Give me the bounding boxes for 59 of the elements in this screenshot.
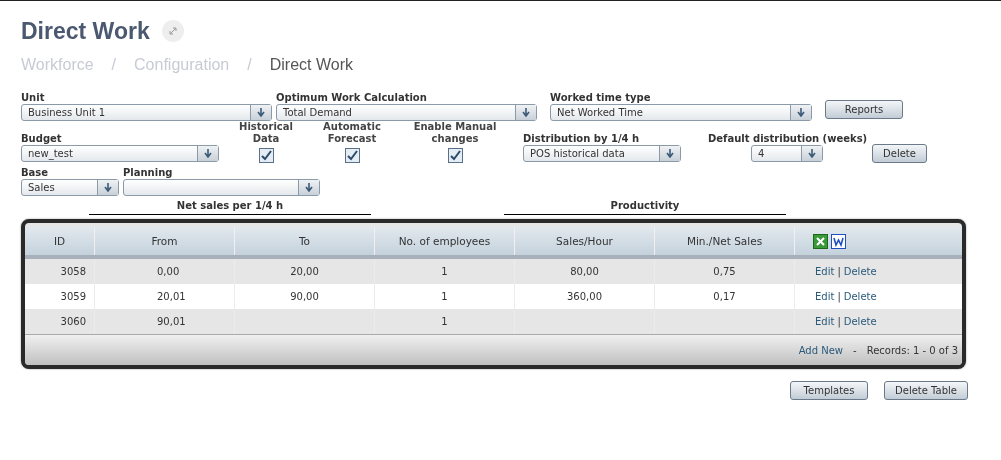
- worked-time-dropdown[interactable]: Net Worked Time: [550, 104, 812, 121]
- page-title: Direct Work: [21, 17, 150, 45]
- checkbox-label: Historical Data: [238, 121, 294, 145]
- field-label: Budget: [21, 133, 63, 145]
- column-header: ID: [25, 227, 95, 255]
- column-header: From: [95, 227, 235, 255]
- field-label: Distribution by 1/4 h: [523, 133, 641, 145]
- delete-link[interactable]: Delete: [843, 259, 877, 284]
- link-separator: |: [837, 265, 841, 280]
- arrow-down-icon: [666, 149, 674, 158]
- budget-dropdown[interactable]: new_test: [21, 145, 219, 162]
- delete-button[interactable]: Delete: [872, 144, 927, 163]
- link-separator: |: [837, 315, 841, 330]
- section-heading: Productivity: [504, 200, 786, 215]
- footer-separator: -: [853, 344, 857, 356]
- checkbox-label: Automatic Forecast: [322, 121, 382, 145]
- arrow-down-icon: [305, 183, 313, 192]
- base-dropdown[interactable]: Sales: [21, 179, 119, 196]
- arrow-down-icon: [204, 149, 212, 158]
- edit-link[interactable]: Edit: [815, 284, 835, 309]
- field-label: Planning: [123, 167, 174, 179]
- column-header: Min./Net Sales: [655, 227, 795, 255]
- arrow-down-icon: [797, 108, 805, 117]
- add-new-link[interactable]: Add New: [798, 344, 844, 356]
- records-count: Records: 1 - 0 of 3: [866, 344, 958, 356]
- arrow-down-icon: [522, 108, 530, 117]
- section-heading: Net sales per 1/4 h: [89, 200, 371, 215]
- reports-button[interactable]: Reports: [825, 100, 903, 119]
- edit-link[interactable]: Edit: [815, 259, 835, 284]
- planning-dropdown[interactable]: [123, 179, 320, 196]
- field-label: Base: [21, 167, 50, 179]
- weeks-dropdown[interactable]: 4: [751, 145, 823, 162]
- field-label: Optimum Work Calculation: [276, 92, 428, 104]
- arrow-down-icon: [257, 108, 265, 117]
- column-header: No. of employees: [375, 227, 515, 255]
- checkbox[interactable]: [447, 148, 463, 163]
- arrow-down-icon: [104, 183, 112, 192]
- templates-button[interactable]: Templates: [790, 381, 868, 400]
- checkbox[interactable]: [258, 148, 274, 163]
- document-icon[interactable]: [831, 233, 846, 249]
- unit-dropdown[interactable]: Business Unit 1: [21, 104, 272, 121]
- delete-link[interactable]: Delete: [843, 309, 877, 334]
- edit-link[interactable]: Edit: [815, 309, 835, 334]
- breadcrumb-separator: /: [111, 56, 117, 74]
- delete-link[interactable]: Delete: [843, 284, 877, 309]
- distribution-dropdown[interactable]: POS historical data: [523, 145, 681, 162]
- field-label: Unit: [21, 92, 46, 104]
- checkbox-label: Enable Manual changes: [412, 121, 498, 145]
- breadcrumb-separator: /: [247, 56, 252, 74]
- column-header: To: [235, 227, 375, 255]
- column-header: Sales/Hour: [515, 227, 655, 255]
- checkbox[interactable]: [344, 148, 360, 163]
- link-separator: |: [837, 290, 841, 305]
- delete-table-button[interactable]: Delete Table: [884, 381, 968, 400]
- spreadsheet-icon[interactable]: [813, 233, 828, 249]
- arrow-down-icon: [808, 149, 816, 158]
- calculation-dropdown[interactable]: Total Demand: [276, 104, 537, 121]
- field-label: Default distribution (weeks): [708, 133, 868, 145]
- field-label: Worked time type: [550, 92, 652, 104]
